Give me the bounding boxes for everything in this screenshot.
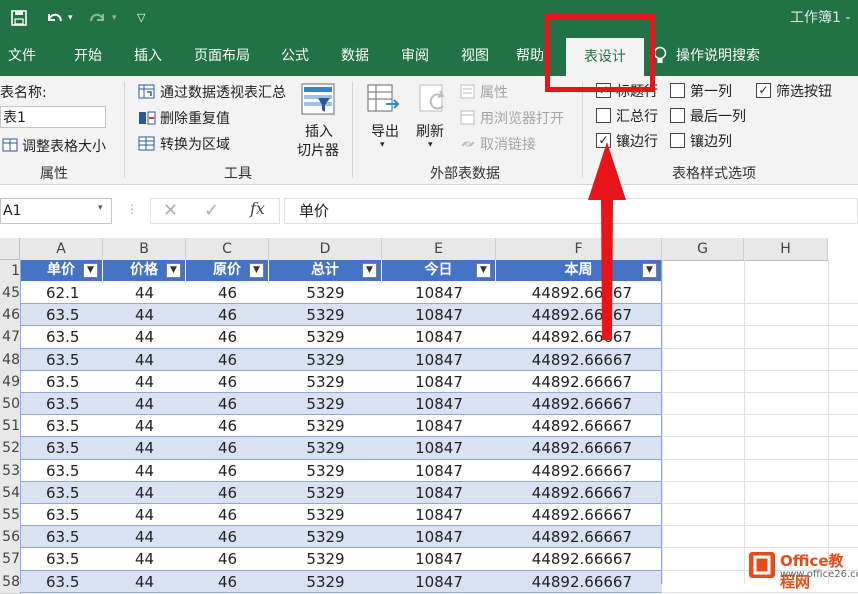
enter-icon[interactable]: ✓ <box>204 200 219 221</box>
resize-table-button[interactable]: 调整表格大小 <box>22 136 106 156</box>
name-box[interactable]: A1 <box>0 198 112 224</box>
column-header-col-c[interactable]: C <box>186 238 269 261</box>
name-box-dropdown-icon[interactable]: ▾ <box>98 203 103 213</box>
first-column-checkbox[interactable] <box>670 83 685 98</box>
group-label-style-options: 表格样式选项 <box>672 166 756 182</box>
last-column-checkbox[interactable] <box>670 108 685 123</box>
insert-function-icon[interactable]: fx <box>250 199 265 218</box>
row-header[interactable]: 49 <box>0 370 21 394</box>
properties-button: 属性 <box>480 85 508 101</box>
tab-help[interactable]: 帮助 <box>510 36 550 76</box>
remove-duplicates-icon <box>138 110 156 130</box>
slicer-icon <box>300 82 338 122</box>
title-bar <box>0 0 858 36</box>
column-header-col-f[interactable]: F <box>496 238 662 261</box>
tab-review[interactable]: 审阅 <box>390 36 440 76</box>
office-logo-icon <box>749 552 775 578</box>
row-header[interactable]: 52 <box>0 437 21 461</box>
group-label-tools: 工具 <box>224 166 252 182</box>
column-header-col-a[interactable]: A <box>20 238 103 261</box>
cancel-icon[interactable]: ✕ <box>163 200 178 221</box>
export-dropdown-icon[interactable]: ▾ <box>380 140 385 150</box>
more-options-icon: ⋮ <box>126 202 138 216</box>
table-name-input[interactable]: 表1 <box>0 106 106 128</box>
row-header[interactable]: 50 <box>0 393 21 417</box>
gridline <box>662 260 663 584</box>
unlink-button: 取消链接 <box>480 137 536 153</box>
gridline <box>828 260 829 584</box>
workbook-title: 工作簿1 - <box>790 10 851 26</box>
row-header[interactable]: 1 <box>0 260 21 283</box>
column-header-col-e[interactable]: E <box>382 238 496 261</box>
tab-insert[interactable]: 插入 <box>120 36 176 76</box>
insert-slicer-label-1[interactable]: 插入 <box>305 121 333 141</box>
column-header-col-h[interactable]: H <box>744 238 828 261</box>
group-separator <box>582 82 583 178</box>
filter-button-label: 筛选按钮 <box>776 84 832 100</box>
highlight-box <box>545 14 655 92</box>
tab-formulas[interactable]: 公式 <box>270 36 320 76</box>
refresh-icon <box>416 82 452 122</box>
table-outline <box>20 260 662 584</box>
row-header[interactable]: 53 <box>0 459 21 483</box>
pivot-summary-icon <box>138 84 156 104</box>
group-separator <box>352 82 353 178</box>
unlink-icon <box>460 136 476 156</box>
select-all-corner[interactable] <box>0 238 20 260</box>
tab-file[interactable]: 文件 <box>0 36 44 76</box>
row-header[interactable]: 54 <box>0 481 21 505</box>
table-name-label: 表名称: <box>0 85 47 101</box>
column-header-col-d[interactable]: D <box>269 238 382 261</box>
tell-me-search[interactable]: 操作说明搜索 <box>676 36 772 76</box>
annotation-arrow-icon <box>588 142 626 340</box>
row-header[interactable]: 48 <box>0 348 21 372</box>
export-button[interactable]: 导出 <box>371 121 399 141</box>
column-header-col-g[interactable]: G <box>662 238 744 261</box>
group-label-external-data: 外部表数据 <box>430 166 500 182</box>
column-header-col-b[interactable]: B <box>103 238 186 261</box>
row-header[interactable]: 56 <box>0 526 21 550</box>
total-row-label: 汇总行 <box>616 109 658 125</box>
refresh-button[interactable]: 刷新 <box>416 121 444 141</box>
open-in-browser-button: 用浏览器打开 <box>480 111 564 127</box>
tab-home[interactable]: 开始 <box>60 36 116 76</box>
undo-dropdown-icon[interactable]: ▾ <box>68 0 73 36</box>
formula-input[interactable]: 单价 <box>284 198 858 224</box>
watermark-url: www.office26.com <box>780 569 858 580</box>
row-header[interactable]: 55 <box>0 504 21 528</box>
filter-button-checkbox[interactable]: ✓ <box>756 83 771 98</box>
last-column-label: 最后一列 <box>690 109 746 125</box>
gridline <box>744 260 745 584</box>
resize-table-icon <box>2 137 20 157</box>
row-header[interactable]: 46 <box>0 304 21 328</box>
tab-page-layout[interactable]: 页面布局 <box>184 36 260 76</box>
insert-slicer-label-2[interactable]: 切片器 <box>297 140 339 160</box>
convert-to-range-icon <box>138 136 156 156</box>
banded-columns-label: 镶边列 <box>690 134 732 150</box>
properties-icon <box>460 84 476 104</box>
row-header[interactable]: 51 <box>0 415 21 439</box>
total-row-checkbox[interactable] <box>596 108 611 123</box>
remove-duplicates-button[interactable]: 删除重复值 <box>160 108 230 128</box>
redo-dropdown-icon: ▾ <box>112 13 117 23</box>
pivot-summary-button[interactable]: 通过数据透视表汇总 <box>160 82 286 102</box>
first-column-label: 第一列 <box>690 84 732 100</box>
tab-data[interactable]: 数据 <box>330 36 380 76</box>
row-header[interactable]: 58 <box>0 570 21 594</box>
export-icon <box>366 82 402 122</box>
tab-view[interactable]: 视图 <box>450 36 500 76</box>
banded-columns-checkbox[interactable] <box>670 133 685 148</box>
group-separator <box>124 82 125 178</box>
open-in-browser-icon <box>460 110 476 130</box>
convert-to-range-button[interactable]: 转换为区域 <box>160 134 230 154</box>
customize-qat-icon[interactable]: ▽ <box>137 0 145 36</box>
group-label-properties: 属性 <box>40 166 68 182</box>
refresh-dropdown-icon[interactable]: ▾ <box>428 140 433 150</box>
row-header[interactable]: 57 <box>0 548 21 572</box>
row-header[interactable]: 45 <box>0 282 21 306</box>
row-header[interactable]: 47 <box>0 326 21 350</box>
